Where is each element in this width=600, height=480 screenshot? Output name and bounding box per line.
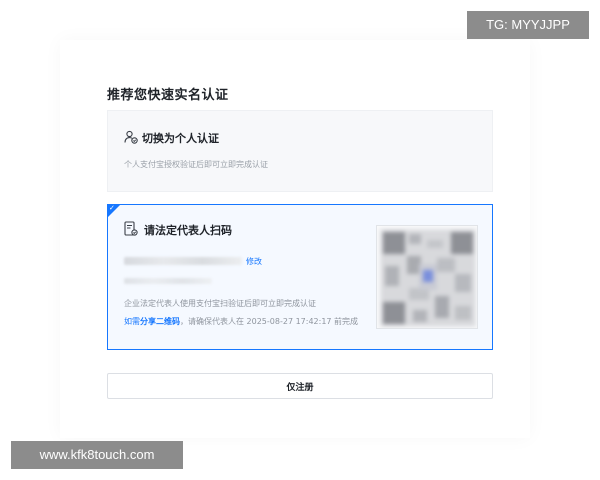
personal-option-title: 切换为个人认证	[142, 132, 219, 145]
share-qr-hint: 如需分享二维码，请确保代表人在 2025-08-27 17:42:17 前完成	[124, 316, 358, 327]
edit-link[interactable]: 修改	[246, 256, 262, 267]
share-qr-link[interactable]: 分享二维码	[140, 317, 180, 326]
user-switch-icon	[124, 129, 138, 144]
legal-representative-option[interactable]: ✓ 请法定代表人扫码 修改 企业法定代表人使用支付宝扫验证后即可立即完成认证 如…	[107, 204, 493, 350]
legal-option-title: 请法定代表人扫码	[144, 224, 232, 237]
qr-code	[376, 225, 478, 329]
page-title: 推荐您快速实名认证	[107, 88, 229, 103]
qr-code-image	[377, 226, 477, 328]
watermark-url: www.kfk8touch.com	[11, 441, 183, 469]
register-only-button[interactable]: 仅注册	[107, 373, 493, 399]
share-hint-prefix: 如需	[124, 317, 140, 326]
personal-option-description: 个人支付宝授权验证后即可立即完成认证	[124, 160, 268, 169]
personal-verification-option[interactable]: 切换为个人认证 个人支付宝授权验证后即可立即完成认证	[107, 110, 493, 192]
redacted-representative-name	[124, 278, 212, 284]
share-hint-deadline: ，请确保代表人在 2025-08-27 17:42:17 前完成	[180, 317, 359, 326]
scan-document-icon	[124, 221, 138, 237]
watermark-telegram: TG: MYYJJPP	[467, 11, 589, 39]
redacted-company-name	[124, 257, 242, 265]
check-icon: ✓	[109, 204, 115, 212]
legal-option-description: 企业法定代表人使用支付宝扫验证后即可立即完成认证	[124, 299, 316, 308]
